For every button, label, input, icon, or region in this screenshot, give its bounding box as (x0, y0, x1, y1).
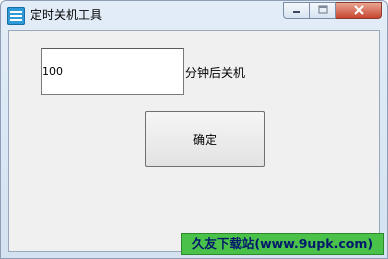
title-bar[interactable]: 定时关机工具 (1, 1, 387, 30)
app-icon (7, 7, 25, 25)
maximize-button[interactable] (310, 2, 336, 19)
watermark-banner: 久友下载站(www.9upk.com) (181, 233, 384, 255)
minutes-suffix-label: 分钟后关机 (185, 66, 246, 80)
minimize-button[interactable] (283, 2, 310, 19)
close-button[interactable] (336, 2, 382, 19)
maximize-icon (317, 5, 328, 16)
app-window: 定时关机工具 分钟后关机 确定 (0, 0, 388, 259)
minimize-icon (292, 5, 301, 16)
minutes-input[interactable] (41, 48, 184, 95)
client-area: 分钟后关机 确定 (8, 30, 380, 252)
close-icon (353, 4, 364, 17)
caption-buttons (283, 2, 382, 20)
window-title: 定时关机工具 (30, 8, 103, 22)
ok-button[interactable]: 确定 (145, 111, 265, 167)
